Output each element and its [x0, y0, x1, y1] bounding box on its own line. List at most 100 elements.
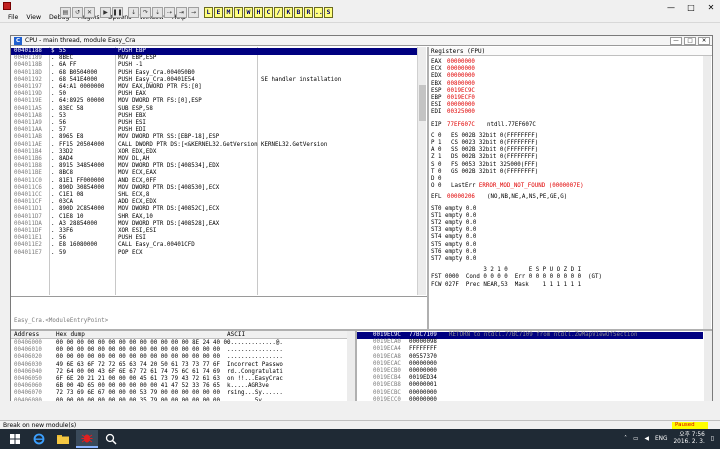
- tray-clock[interactable]: 오후 7:56 2016. 2. 3.: [673, 432, 704, 446]
- register-ebx[interactable]: EBX 00800000: [431, 81, 703, 88]
- register-ebp[interactable]: EBP 0019ECF0: [431, 95, 703, 102]
- stack-row[interactable]: 0019ECC0 00000000: [357, 397, 703, 401]
- disassembly-row[interactable]: 0040119E. 64:8925 00000 MOV DWORD PTR FS:[…: [11, 98, 417, 105]
- toolbar-window-button[interactable]: C: [264, 6, 273, 18]
- flag-row[interactable]: T 0 GS 002B 32bit 0(FFFFFFFF): [431, 169, 703, 176]
- flag-row[interactable]: Z 1 DS 002B 32bit 0(FFFFFFFF): [431, 154, 703, 161]
- disassembly-row[interactable]: 004011B4. 33D2 XOR EDX,EDX: [11, 149, 417, 156]
- disassembly-row[interactable]: 00401192. 68 541E4000 PUSH Easy_Cra.00401E…: [11, 77, 417, 84]
- stack-row[interactable]: 0019ECA8 00557370: [357, 354, 703, 361]
- dump-row[interactable]: 00406040 72 64 00 00 43 6F 6E 67 72 61 74…: [11, 369, 347, 376]
- step-into-button[interactable]: ↓: [128, 6, 139, 18]
- flag-row[interactable]: C 0 ES 002B 32bit 0(FFFFFFFF): [431, 133, 703, 140]
- fpu-register[interactable]: ST2 empty 0.0: [431, 220, 703, 227]
- register-edx[interactable]: EDX 00000000: [431, 73, 703, 80]
- toolbar-window-button[interactable]: ...: [314, 6, 327, 18]
- stack-row[interactable]: 0019ECB0 00000000: [357, 368, 703, 375]
- dump-scrollbar[interactable]: [347, 331, 355, 401]
- registers-pane[interactable]: Registers (FPU) EAX 00000000 ECX 00000000 ED…: [429, 47, 712, 329]
- dump-pane[interactable]: Address Hex dump ASCII 00406000 00 00 00 …: [11, 331, 355, 401]
- dump-row[interactable]: 00406070 72 73 69 6E 67 00 00 00 53 79 00…: [11, 390, 347, 397]
- disassembly-row[interactable]: 00401188 $55 PUSH EBP: [11, 48, 417, 56]
- registers-scrollbar[interactable]: [703, 56, 711, 329]
- disassembly-row[interactable]: 004011BE. 8BC8 MOV ECX,EAX: [11, 170, 417, 177]
- stack-row[interactable]: 0019ECA0 00000098: [357, 339, 703, 346]
- disassembly-row[interactable]: 00401197. 64:A1 0000000 MOV EAX,DWORD PTR …: [11, 84, 417, 91]
- disassembly-row[interactable]: 004011C6. 890D 30854000 MOV DWORD PTR DS:[…: [11, 185, 417, 192]
- disassembly-row[interactable]: 004011D1. 890D 2C854000 MOV DWORD PTR DS:[…: [11, 206, 417, 213]
- dump-header-ascii[interactable]: ASCII: [227, 331, 245, 339]
- dump-row[interactable]: 00406050 6F 6E 20 21 21 00 00 00 45 61 73…: [11, 376, 347, 383]
- stack-row[interactable]: 0019ECBC 00000000: [357, 390, 703, 397]
- toolbar-window-button[interactable]: R: [304, 6, 313, 18]
- toolbar-window-button[interactable]: H: [254, 6, 263, 18]
- disassembly-row[interactable]: 004011CF. 03CA ADD ECX,EDX: [11, 199, 417, 206]
- execute-till-return-button[interactable]: ⇥: [176, 6, 187, 18]
- start-button[interactable]: [4, 430, 26, 448]
- fpu-register[interactable]: ST6 empty 0.0: [431, 249, 703, 256]
- flag-row[interactable]: O 0 LastErr ERROR_MOD_NOT_FOUND (0000007E…: [431, 183, 703, 190]
- tray-network-icon[interactable]: ▭: [633, 436, 638, 442]
- minimize-button[interactable]: —: [664, 3, 678, 12]
- taskbar-ollydbg[interactable]: [76, 430, 98, 448]
- goto-button[interactable]: →: [188, 6, 199, 18]
- dump-header-address[interactable]: Address: [14, 331, 39, 339]
- fpu-status-line[interactable]: FST 0000 Cond 0 0 0 0 Err 0 0 0 0 0 0 0 …: [431, 274, 703, 281]
- fpu-register[interactable]: ST7 empty 0.0: [431, 256, 703, 263]
- register-esi[interactable]: ESI 00000000: [431, 102, 703, 109]
- registers-header[interactable]: Registers (FPU): [429, 47, 712, 56]
- flag-row[interactable]: A 0 SS 002B 32bit 0(FFFFFFFF): [431, 147, 703, 154]
- run-button[interactable]: ▶: [100, 6, 111, 18]
- stack-row[interactable]: 0019ECAC 00000000: [357, 361, 703, 368]
- toolbar-window-button[interactable]: /: [274, 6, 283, 18]
- tray-chevron-up-icon[interactable]: ˄: [624, 436, 627, 442]
- flag-row[interactable]: P 1 CS 0023 32bit 0(FFFFFFFF): [431, 140, 703, 147]
- info-pane[interactable]: Easy_Cra.<ModuleEntryPoint>: [11, 296, 427, 328]
- disassembly-row[interactable]: 004011E7. 59 POP ECX: [11, 250, 417, 257]
- register-eax[interactable]: EAX 00000000: [431, 59, 703, 66]
- register-edi[interactable]: EDI 00325000: [431, 109, 703, 116]
- fpu-register[interactable]: ST3 empty 0.0: [431, 227, 703, 234]
- disassembly-pane[interactable]: 00401188 $55 PUSH EBP 00401189. 8BEC MOV EBP,…: [11, 47, 427, 295]
- tray-volume-icon[interactable]: ◀: [644, 436, 648, 442]
- toolbar-window-button[interactable]: L: [204, 6, 213, 18]
- disassembly-row[interactable]: 004011E1. 56 PUSH ESI: [11, 235, 417, 242]
- stack-scrollbar[interactable]: [704, 331, 712, 401]
- fpu-status-line[interactable]: FCW 027F Prec NEAR,53 Mask 1 1 1 1 1 1: [431, 282, 703, 289]
- disassembly-row[interactable]: 004011C0. 81E1 FF000000 AND ECX,0FF: [11, 178, 417, 185]
- stack-pane[interactable]: 0019EC9C 77BC7109 RETURN to ntdll.77BC7109…: [357, 331, 712, 401]
- flag-row[interactable]: S 0 FS 0053 32bit 325000(FFF): [431, 162, 703, 169]
- register-esp[interactable]: ESP 0019EC9C: [431, 88, 703, 95]
- fpu-register[interactable]: ST5 empty 0.0: [431, 242, 703, 249]
- disassembly-row[interactable]: 004011AA. 57 PUSH EDI: [11, 127, 417, 134]
- pause-button[interactable]: ❚❚: [112, 6, 123, 18]
- taskbar-ie[interactable]: [28, 430, 50, 448]
- menu-file[interactable]: File: [4, 13, 22, 22]
- cpu-close-button[interactable]: ✕: [698, 37, 710, 45]
- cpu-minimize-button[interactable]: —: [670, 37, 682, 45]
- disassembly-row[interactable]: 004011AE. FF15 20504000 CALL DWORD PTR DS:…: [11, 142, 417, 149]
- disassembly-row[interactable]: 0040118D. 68 B0504000 PUSH Easy_Cra.004050…: [11, 70, 417, 77]
- dump-header-hex[interactable]: Hex dump: [56, 331, 85, 339]
- step-over-button[interactable]: ↷: [140, 6, 151, 18]
- taskbar-explorer[interactable]: [52, 430, 74, 448]
- toolbar-window-button[interactable]: M: [224, 6, 233, 18]
- disassembly-row[interactable]: 004011AB. 8965 E8 MOV DWORD PTR SS:[EBP-18…: [11, 134, 417, 141]
- toolbar-window-button[interactable]: S: [324, 6, 333, 18]
- disassembly-row[interactable]: 004011E2. E8 16080000 CALL Easy_Cra.00401C…: [11, 242, 417, 249]
- disassembly-row[interactable]: 0040118B. 6A FF PUSH -1: [11, 62, 417, 69]
- fpu-register[interactable]: ST4 empty 0.0: [431, 234, 703, 241]
- disassembly-scrollbar[interactable]: [417, 47, 426, 295]
- dump-row[interactable]: 00406030 49 6E 63 6F 72 72 65 63 74 20 50…: [11, 362, 347, 369]
- dump-row[interactable]: 00406020 00 00 00 00 00 00 00 00 00 00 00…: [11, 354, 347, 361]
- notifications-icon[interactable]: ▯: [711, 436, 714, 442]
- disassembly-row[interactable]: 004011DF. 33F6 XOR ESI,ESI: [11, 228, 417, 235]
- cpu-maximize-button[interactable]: □: [684, 37, 696, 45]
- register-ecx[interactable]: ECX 00000000: [431, 66, 703, 73]
- maximize-button[interactable]: □: [684, 3, 698, 12]
- close-button[interactable]: ✕: [84, 6, 95, 18]
- dump-row[interactable]: 00406060 6B 00 4D 65 00 00 00 00 00 00 41…: [11, 383, 347, 390]
- open-button[interactable]: ▤: [60, 6, 71, 18]
- taskbar-magnifier[interactable]: [100, 430, 122, 448]
- disassembly-row[interactable]: 004011A8. 53 PUSH EBX: [11, 113, 417, 120]
